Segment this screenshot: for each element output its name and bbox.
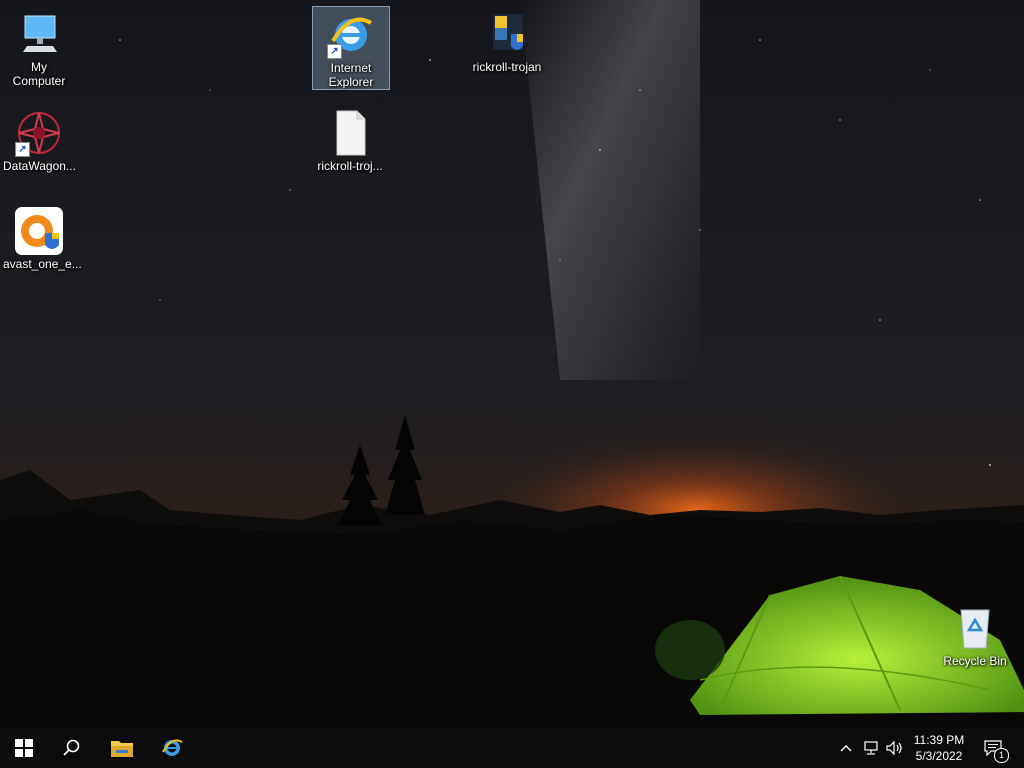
volume-control[interactable] (884, 728, 906, 768)
search-button[interactable] (48, 728, 96, 768)
desktop-icon-my-computer[interactable]: My Computer (1, 6, 77, 88)
desktop-icon-label: My Computer (12, 60, 66, 88)
desktop-icon-internet-explorer[interactable]: ↗ Internet Explorer (312, 6, 390, 90)
desktop-icon-label: DataWagon... (3, 159, 76, 173)
desktop-icon-label: avast_one_e... (3, 257, 82, 271)
desktop-icon-recycle-bin[interactable]: Recycle Bin (937, 600, 1013, 668)
network-icon (864, 741, 878, 755)
file-explorer-taskbar-button[interactable] (98, 728, 146, 768)
network-status[interactable] (860, 728, 882, 768)
desktop-icon-datawagon[interactable]: ↗ DataWagon... (1, 105, 77, 173)
clock-time: 11:39 PM (913, 733, 965, 747)
computer-icon (15, 10, 63, 58)
show-hidden-icons-button[interactable] (836, 728, 856, 768)
clock[interactable]: 11:39 PM 5/3/2022 (906, 732, 972, 764)
taskbar: 11:39 PM 5/3/2022 1 (0, 728, 1024, 768)
chevron-up-icon (840, 745, 852, 752)
folder-icon (111, 741, 133, 757)
shortcut-arrow-icon: ↗ (327, 44, 342, 59)
python-shield-icon (483, 10, 531, 58)
desktop-icon-rickroll-trojan-file[interactable]: rickroll-troj... (312, 105, 388, 173)
shortcut-arrow-icon: ↗ (15, 142, 30, 157)
datawagon-icon: ↗ (15, 109, 63, 157)
desktop-icon-rickroll-trojan-exe[interactable]: rickroll-trojan (469, 6, 545, 74)
action-center-button[interactable]: 1 (978, 728, 1009, 768)
speaker-icon (886, 741, 902, 755)
desktop-icon-label: Internet Explorer (328, 61, 374, 89)
internet-explorer-taskbar-button[interactable] (148, 728, 196, 768)
desktop-icon-label: Recycle Bin (943, 654, 1007, 668)
start-button[interactable] (0, 728, 48, 768)
recycle-bin-icon (951, 604, 999, 652)
clock-date: 5/3/2022 (915, 749, 963, 763)
windows-logo-icon (15, 739, 33, 757)
internet-explorer-icon: ↗ (327, 11, 375, 59)
notification-count-badge: 1 (994, 748, 1009, 763)
avast-icon (15, 207, 63, 255)
desktop-icon-label: rickroll-troj... (317, 159, 383, 173)
blank-file-icon (326, 109, 374, 157)
desktop-wallpaper (0, 0, 1024, 728)
desktop-icon-avast[interactable]: avast_one_e... (1, 203, 82, 271)
search-icon (63, 739, 80, 756)
internet-explorer-icon (162, 739, 183, 756)
desktop-icon-label: rickroll-trojan (472, 60, 542, 74)
